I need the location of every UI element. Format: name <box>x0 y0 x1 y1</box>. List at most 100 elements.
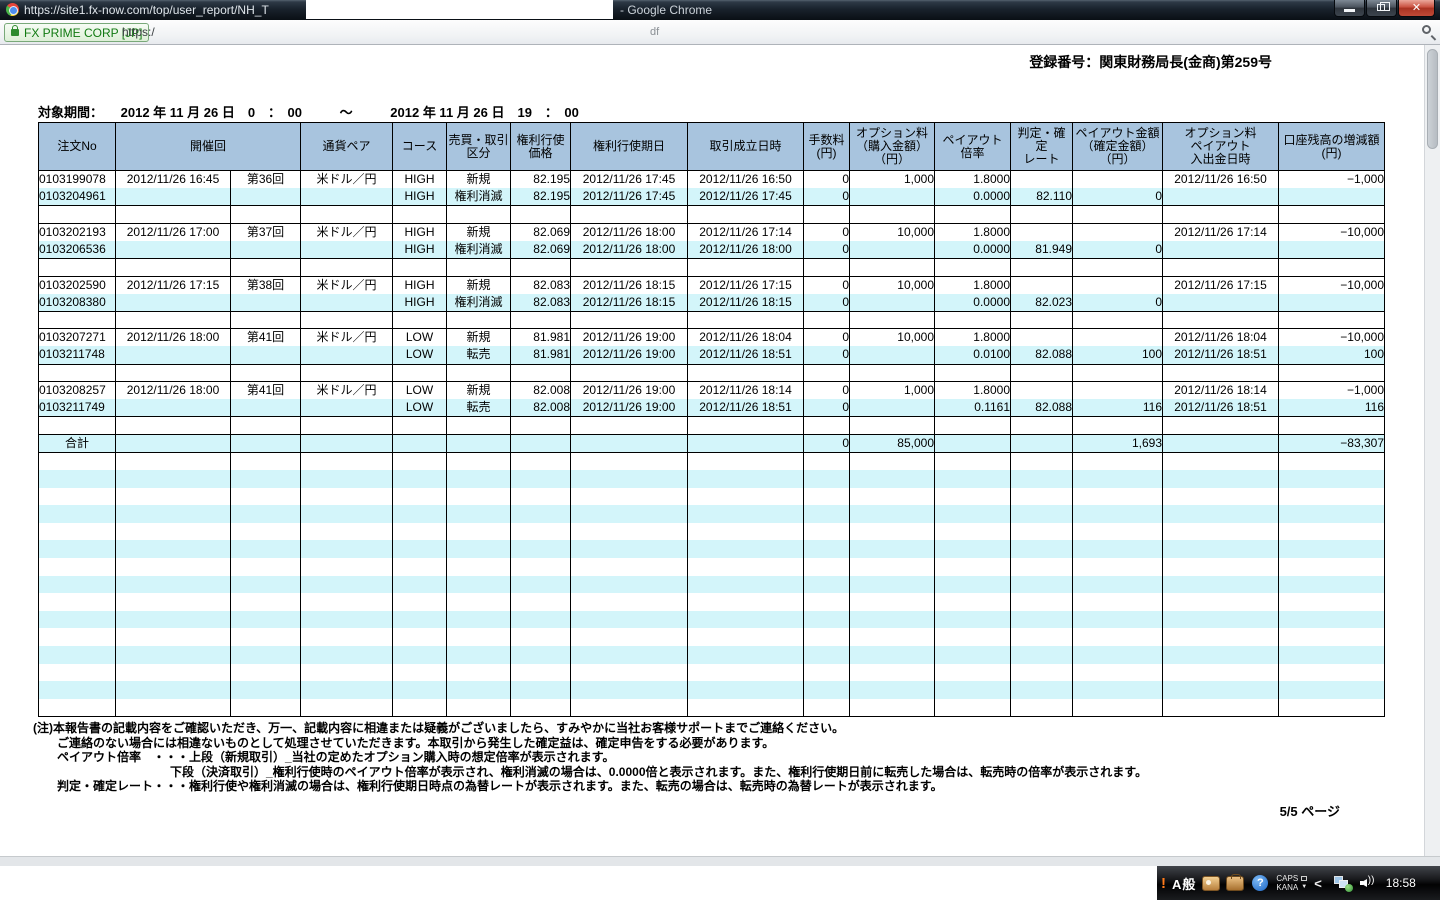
ime-help-icon[interactable]: ? <box>1252 875 1268 891</box>
empty-cell <box>301 311 393 329</box>
empty-cell <box>1279 646 1385 664</box>
empty-cell <box>804 364 850 382</box>
show-hidden-icons-chevron[interactable]: < <box>1314 876 1322 891</box>
empty-cell <box>511 611 571 629</box>
empty-cell <box>935 540 1011 558</box>
table-cell: 2012/11/26 19:00 <box>571 399 688 417</box>
table-cell: 2012/11/26 16:50 <box>1163 171 1279 189</box>
close-button[interactable]: ✕ <box>1398 0 1435 17</box>
empty-cell <box>571 206 688 224</box>
empty-cell <box>1011 628 1073 646</box>
empty-cell <box>1163 681 1279 699</box>
table-cell: 2012/11/26 18:04 <box>688 329 804 347</box>
empty-cell <box>116 488 231 506</box>
empty-cell <box>935 576 1011 594</box>
scrollbar-thumb[interactable] <box>1427 49 1438 149</box>
empty-row <box>39 206 1385 224</box>
empty-cell <box>935 470 1011 488</box>
empty-cell <box>571 699 688 717</box>
empty-cell <box>804 258 850 276</box>
empty-row <box>39 699 1385 717</box>
ime-pad-icon[interactable] <box>1202 876 1220 891</box>
tray-clock[interactable]: 18:58 <box>1386 876 1416 890</box>
empty-cell <box>850 699 935 717</box>
empty-cell <box>935 523 1011 541</box>
minimize-button[interactable] <box>1334 0 1365 17</box>
empty-cell <box>301 593 393 611</box>
empty-cell <box>39 540 116 558</box>
table-cell: 2012/11/26 18:15 <box>571 276 688 294</box>
empty-cell <box>1073 576 1163 594</box>
empty-cell <box>301 681 393 699</box>
empty-cell <box>1073 505 1163 523</box>
ime-toolbox-icon[interactable] <box>1226 876 1244 891</box>
empty-cell <box>1163 540 1279 558</box>
network-icon[interactable] <box>1334 876 1351 890</box>
restore-button[interactable] <box>1366 0 1397 17</box>
empty-cell <box>571 628 688 646</box>
url-text[interactable]: https:/ <box>122 25 155 39</box>
empty-cell <box>511 681 571 699</box>
empty-cell <box>231 434 301 452</box>
empty-cell <box>1163 576 1279 594</box>
empty-cell <box>571 452 688 470</box>
empty-cell <box>804 593 850 611</box>
vertical-scrollbar[interactable] <box>1424 45 1440 856</box>
empty-cell <box>393 258 447 276</box>
empty-cell <box>1011 329 1073 347</box>
table-cell: 合計 <box>39 434 116 452</box>
table-cell: 米ドル／円 <box>301 223 393 241</box>
empty-cell <box>511 699 571 717</box>
empty-cell <box>301 576 393 594</box>
table-cell: 82.023 <box>1011 294 1073 312</box>
footnote-line: ペイアウト倍率 ・・・上段（新規取引）_当社の定めたオプション購入時の想定倍率が… <box>30 750 1147 765</box>
empty-cell <box>804 311 850 329</box>
table-cell: 転売 <box>447 346 511 364</box>
empty-cell <box>301 399 393 417</box>
table-cell: 0 <box>804 276 850 294</box>
table-cell: 0 <box>1073 294 1163 312</box>
table-cell: 新規 <box>447 382 511 400</box>
empty-cell <box>1073 470 1163 488</box>
table-cell: 0103211748 <box>39 346 116 364</box>
empty-cell <box>447 540 511 558</box>
table-cell: 82.069 <box>511 241 571 259</box>
empty-cell <box>571 576 688 594</box>
ime-key-state[interactable]: CAPS KANA▼ <box>1276 874 1307 892</box>
empty-cell <box>1011 434 1073 452</box>
header-row: 注文No開催回通貨ペアコース売買・取引 区分権利行使 価格権利行使期日取引成立日… <box>39 123 1385 171</box>
empty-row <box>39 488 1385 506</box>
empty-cell <box>1011 382 1073 400</box>
table-cell: 2012/11/26 17:45 <box>571 171 688 189</box>
ime-mode-indicator[interactable]: A般 <box>1172 874 1196 893</box>
table-cell: 2012/11/26 18:15 <box>688 294 804 312</box>
empty-cell <box>447 664 511 682</box>
empty-cell <box>571 681 688 699</box>
table-cell: 2012/11/26 17:14 <box>688 223 804 241</box>
alert-icon[interactable]: ! <box>1161 875 1166 892</box>
empty-cell <box>39 523 116 541</box>
restore-icon <box>1377 4 1385 11</box>
empty-cell <box>688 470 804 488</box>
empty-cell <box>511 576 571 594</box>
empty-cell <box>1279 611 1385 629</box>
address-bar[interactable]: FX PRIME CORP [JP] https:/ df <box>0 20 1440 45</box>
empty-cell <box>688 523 804 541</box>
empty-cell <box>1073 276 1163 294</box>
empty-cell <box>1073 646 1163 664</box>
empty-row <box>39 505 1385 523</box>
empty-cell <box>1011 558 1073 576</box>
table-row: 0103211749LOW転売82.0082012/11/26 19:00201… <box>39 399 1385 417</box>
empty-cell <box>511 206 571 224</box>
empty-cell <box>1073 223 1163 241</box>
table-cell: 10,000 <box>850 223 935 241</box>
empty-cell <box>935 611 1011 629</box>
table-cell: 米ドル／円 <box>301 276 393 294</box>
empty-cell <box>850 294 935 312</box>
empty-cell <box>1279 311 1385 329</box>
table-cell: 2012/11/26 18:04 <box>1163 329 1279 347</box>
zoom-icon[interactable] <box>1422 25 1431 34</box>
volume-icon[interactable]: )) <box>1360 876 1378 890</box>
column-header: 注文No <box>39 123 116 171</box>
table-cell: HIGH <box>393 241 447 259</box>
